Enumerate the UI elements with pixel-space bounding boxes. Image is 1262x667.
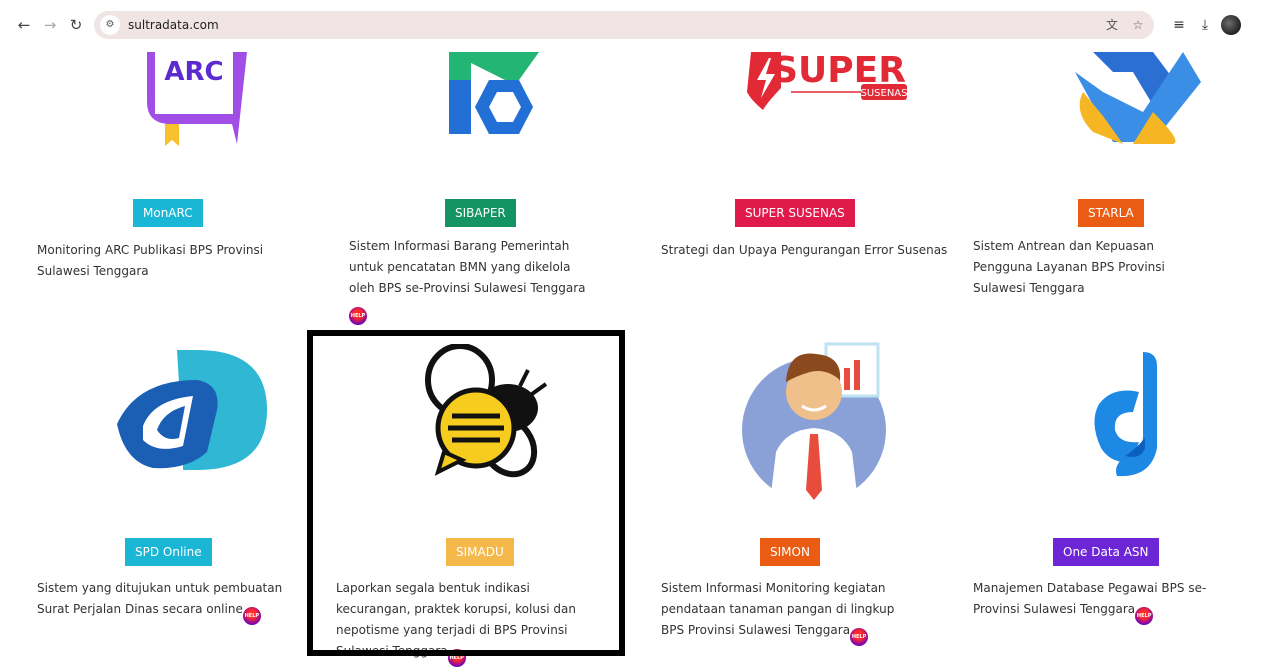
monarc-logo: ARC: [147, 52, 247, 146]
super-susenas-description: Strategi dan Upaya Pengurangan Error Sus…: [661, 243, 948, 257]
monarc-badge[interactable]: MonARC: [133, 199, 203, 227]
site-info-icon[interactable]: ⚙: [100, 15, 120, 35]
help-icon[interactable]: HELP: [349, 307, 367, 325]
sibaper-badge[interactable]: SIBAPER: [445, 199, 516, 227]
starla-badge[interactable]: STARLA: [1078, 199, 1144, 227]
spd-online-logo: [117, 350, 267, 470]
help-icon[interactable]: HELP: [850, 628, 869, 646]
reading-list-icon[interactable]: ≡: [1169, 15, 1189, 35]
simon-badge[interactable]: SIMON: [760, 538, 820, 566]
profile-avatar[interactable]: [1221, 15, 1241, 35]
selection-highlight-box: [307, 330, 625, 656]
starla-description: Sistem Antrean dan Kepuasan Pengguna Lay…: [973, 239, 1165, 295]
monarc-description: Monitoring ARC Publikasi BPS Provinsi Su…: [37, 243, 264, 278]
sibaper-logo: [449, 52, 539, 134]
super-susenas-badge[interactable]: SUPER SUSENAS: [735, 199, 855, 227]
monarc-logo-text: ARC: [164, 57, 223, 87]
url-text[interactable]: sultradata.com: [128, 11, 219, 39]
browser-toolbar: ← → ↻ ⚙ sultradata.com 文 ☆ ≡ ⤓: [0, 0, 1262, 52]
one-data-asn-badge[interactable]: One Data ASN: [1053, 538, 1159, 566]
help-icon[interactable]: HELP: [242, 607, 261, 625]
susenas-logo-text: SUSENAS: [860, 88, 907, 99]
spd-online-badge[interactable]: SPD Online: [125, 538, 212, 566]
forward-arrow-icon[interactable]: →: [40, 15, 60, 35]
spd-online-description: Sistem yang ditujukan untuk pembuatan Su…: [37, 578, 292, 625]
bookmark-star-icon[interactable]: ☆: [1128, 15, 1148, 35]
sibaper-description: Sistem Informasi Barang Pemerintah untuk…: [349, 236, 594, 325]
translate-icon[interactable]: 文: [1102, 15, 1122, 35]
one-data-asn-logo: [1094, 352, 1157, 477]
super-susenas-logo: SUPER SUSENAS: [747, 52, 908, 110]
address-bar[interactable]: ⚙ sultradata.com 文 ☆: [94, 11, 1154, 39]
simon-logo: [742, 342, 886, 502]
back-arrow-icon[interactable]: ←: [14, 15, 34, 35]
simon-description: Sistem Informasi Monitoring kegiatan pen…: [661, 578, 911, 646]
download-icon[interactable]: ⤓: [1195, 15, 1215, 35]
help-icon[interactable]: HELP: [1135, 607, 1154, 625]
one-data-asn-description: Manajemen Database Pegawai BPS se-Provin…: [973, 578, 1233, 625]
starla-logo: [1075, 52, 1201, 144]
reload-icon[interactable]: ↻: [66, 15, 86, 35]
